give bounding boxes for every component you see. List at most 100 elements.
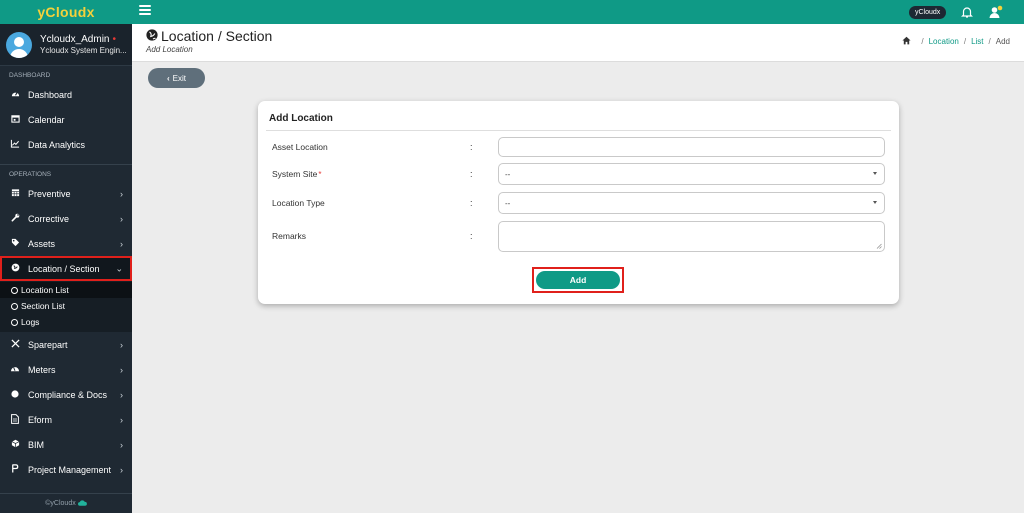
sidebar-item-location-section[interactable]: Location / Section ⌄ [0,256,132,281]
sidebar-item-eform[interactable]: Eform › [0,407,132,432]
sidebar-item-label: Dashboard [28,89,73,100]
gauge-icon [9,364,21,375]
exit-label: Exit [172,73,186,83]
user-panel[interactable]: Ycloudx_Admin • Ycloudx System Engin... [0,24,132,66]
chevron-right-icon: › [120,213,123,224]
add-button[interactable]: Add [536,271,620,289]
card-title: Add Location [269,113,333,124]
breadcrumb: / Location / List / Add [902,36,1010,47]
chevron-down-icon: ⌄ [115,263,123,273]
submenu-item-location-list[interactable]: Location List [0,282,132,298]
required-marker: * [318,170,322,179]
brand-text: yCloudx [37,4,95,20]
sidebar-item-bim[interactable]: BIM › [0,432,132,457]
add-location-card: Add Location Asset Location : System Sit… [258,101,899,304]
user-name: Ycloudx_Admin [40,33,110,45]
field-colon: : [470,142,473,152]
caret-down-icon [873,201,877,204]
sidebar-item-label: Sparepart [28,339,68,350]
page-subtitle: Add Location [146,45,193,54]
sidebar-item-compliance-docs[interactable]: Compliance & Docs › [0,382,132,407]
circle-icon [9,389,21,400]
location-submenu: Location List Section List Logs [0,281,132,332]
chevron-right-icon: › [120,389,123,400]
sidebar-item-label: Location / Section [28,263,100,274]
system-site-select[interactable]: -- [498,163,885,185]
page-header: Location / Section Add Location / Locati… [132,24,1024,62]
user-role: Ycloudx System Engin... [40,45,127,55]
page-title-text: Location / Section [161,28,273,44]
topbar: yCloudx [132,0,1024,24]
sidebar-item-meters[interactable]: Meters › [0,357,132,382]
asset-location-label: Asset Location [272,142,328,152]
sidebar-item-preventive[interactable]: Preventive › [0,181,132,206]
cloud-icon [77,499,87,508]
submenu-item-logs[interactable]: Logs [0,314,132,330]
remarks-label: Remarks [272,231,307,241]
chevron-right-icon: › [120,439,123,450]
bell-icon[interactable] [960,5,974,19]
card-divider [266,130,891,131]
project-icon [9,464,21,475]
sidebar-item-label: Compliance & Docs [28,389,108,400]
breadcrumb-separator: / [921,37,924,46]
sidebar-item-dashboard[interactable]: Dashboard [0,82,132,107]
location-type-select[interactable]: -- [498,192,885,214]
hamburger-menu-icon[interactable] [139,5,151,17]
chevron-right-icon: › [120,238,123,249]
brand-logo[interactable]: yCloudx [0,0,132,24]
submenu-item-label: Logs [21,317,40,327]
breadcrumb-separator: / [963,37,967,46]
exit-button[interactable]: ‹ Exit [148,68,205,88]
tag-icon [9,238,21,249]
sidebar: yCloudx Ycloudx_Admin • Ycloudx System En… [0,0,132,513]
location-type-value: -- [505,198,511,208]
circle-outline-icon [11,318,18,326]
sidebar-item-label: Meters [28,364,56,375]
calendar-grid-icon [9,188,21,199]
page-title: Location / Section [146,28,272,44]
breadcrumb-list[interactable]: List [971,37,983,46]
asset-location-input[interactable] [498,137,885,157]
sidebar-item-label: Eform [28,414,53,425]
globe-icon [9,263,21,274]
chevron-right-icon: › [120,364,123,375]
sidebar-item-project-management[interactable]: Project Management › [0,457,132,482]
tachometer-icon [9,89,21,100]
tenant-badge[interactable]: yCloudx [909,6,947,19]
section-label-operations: OPERATIONS [9,171,52,178]
circle-outline-icon [11,286,18,294]
add-button-highlight: Add [532,267,624,293]
user-profile-icon[interactable] [988,4,1004,20]
online-status-dot: • [112,33,116,45]
chevron-left-icon: ‹ [166,73,170,83]
sidebar-item-calendar[interactable]: Calendar [0,107,132,132]
caret-down-icon [873,172,877,175]
sidebar-item-label: BIM [28,439,45,450]
chevron-right-icon: › [120,464,123,475]
sidebar-item-corrective[interactable]: Corrective › [0,206,132,231]
field-colon: : [470,169,473,179]
sidebar-item-label: Data Analytics [28,139,86,150]
sidebar-item-sparepart[interactable]: Sparepart › [0,332,132,357]
submenu-item-label: Section List [21,301,65,311]
sidebar-item-label: Assets [28,238,56,249]
cube-icon [9,439,21,450]
calendar-icon [9,114,21,125]
sidebar-item-data-analytics[interactable]: Data Analytics [0,132,132,157]
breadcrumb-separator: / [988,37,991,46]
sidebar-item-assets[interactable]: Assets › [0,231,132,256]
submenu-item-label: Location List [21,285,69,295]
system-site-label: System Site* [272,169,321,179]
wrench-icon [9,213,21,224]
breadcrumb-location[interactable]: Location [929,37,959,46]
globe-icon [146,28,161,44]
submenu-item-section-list[interactable]: Section List [0,298,132,314]
chevron-right-icon: › [120,414,123,425]
remarks-textarea[interactable] [498,221,885,252]
home-icon[interactable] [902,36,916,47]
resize-handle-icon[interactable] [876,243,882,249]
sidebar-item-label: Project Management [28,464,112,475]
chevron-right-icon: › [120,339,123,350]
system-site-value: -- [505,169,511,179]
